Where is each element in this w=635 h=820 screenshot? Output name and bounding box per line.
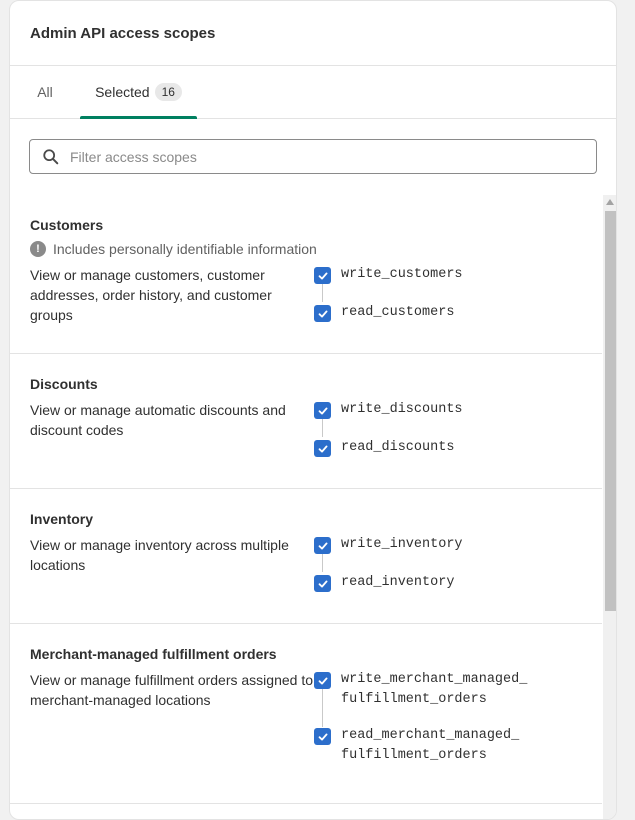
scope-item[interactable]: write_inventory (314, 537, 463, 555)
search-icon (43, 148, 59, 164)
scope-item[interactable]: read_inventory (314, 575, 463, 593)
section-inventory: Inventory View or manage inventory acros… (10, 489, 602, 624)
card-header: Admin API access scopes (10, 1, 616, 66)
section-title: Customers (30, 217, 104, 233)
scroll-up-arrow-icon[interactable] (606, 199, 614, 205)
selected-count-badge: 16 (154, 83, 182, 101)
tab-all[interactable]: All (10, 66, 80, 118)
scope-name: write_inventory (341, 537, 463, 552)
scope-item[interactable]: write_merchant_managed_ fulfillment_orde… (314, 672, 527, 710)
pii-notice: ! Includes personally identifiable infor… (30, 241, 582, 257)
checkbox-checked-icon[interactable] (314, 440, 331, 457)
card-title: Admin API access scopes (30, 24, 216, 42)
scope-name: write_discounts (341, 402, 463, 417)
section-customers: Customers ! Includes personally identifi… (10, 195, 602, 354)
scope-connector (322, 554, 323, 572)
checkbox-checked-icon[interactable] (314, 575, 331, 592)
section-body: View or manage customers, customer addre… (30, 265, 582, 325)
scope-name: write_customers (341, 267, 463, 282)
section-description: View or manage inventory across multiple… (30, 537, 289, 573)
info-icon: ! (30, 241, 46, 257)
vertical-scrollbar[interactable] (603, 195, 616, 819)
section-description: View or manage fulfillment orders assign… (30, 672, 314, 708)
checkbox-checked-icon[interactable] (314, 402, 331, 419)
scope-item[interactable]: read_customers (314, 305, 463, 323)
checkbox-checked-icon[interactable] (314, 305, 331, 322)
access-scopes-card: Admin API access scopes All Selected 16 … (9, 0, 617, 820)
scope-list: write_discounts read_discounts (314, 400, 463, 458)
search-field[interactable] (29, 139, 597, 174)
tab-selected[interactable]: Selected 16 (80, 66, 197, 119)
scope-list: write_customers read_customers (314, 265, 463, 325)
scope-connector (322, 284, 323, 302)
checkbox-checked-icon[interactable] (314, 672, 331, 689)
scope-name: read_discounts (341, 440, 455, 455)
section-description: View or manage automatic discounts and d… (30, 402, 286, 438)
scope-item[interactable]: read_merchant_managed_ fulfillment_order… (314, 728, 527, 766)
section-description: View or manage customers, customer addre… (30, 267, 272, 323)
scope-list: write_inventory read_inventory (314, 535, 463, 593)
active-tab-indicator (80, 116, 197, 119)
scope-name: read_customers (341, 305, 455, 320)
pii-notice-text: Includes personally identifiable informa… (53, 241, 317, 257)
scope-item[interactable]: read_discounts (314, 440, 463, 458)
section-body: View or manage inventory across multiple… (30, 535, 582, 593)
scope-name: write_merchant_managed_ fulfillment_orde… (341, 672, 528, 707)
scope-name: read_inventory (341, 575, 455, 590)
checkbox-checked-icon[interactable] (314, 537, 331, 554)
scope-item[interactable]: write_discounts (314, 402, 463, 420)
checkbox-checked-icon[interactable] (314, 728, 331, 745)
tab-all-label: All (37, 84, 53, 100)
search-container (10, 119, 616, 195)
scope-item[interactable]: write_customers (314, 267, 463, 285)
tab-bar: All Selected 16 (10, 66, 616, 119)
scopes-scroll-area: Customers ! Includes personally identifi… (10, 195, 616, 819)
checkbox-checked-icon[interactable] (314, 267, 331, 284)
section-title: Merchant-managed fulfillment orders (30, 646, 277, 662)
search-input[interactable] (70, 148, 596, 165)
tab-selected-label: Selected (95, 84, 150, 100)
section-body: View or manage fulfillment orders assign… (30, 670, 582, 766)
scrollbar-thumb[interactable] (605, 211, 616, 611)
scope-list: write_merchant_managed_ fulfillment_orde… (314, 670, 527, 766)
scope-name: read_merchant_managed_ fulfillment_order… (341, 728, 520, 763)
section-merchant-managed-fulfillment: Merchant-managed fulfillment orders View… (10, 624, 602, 804)
scope-sections: Customers ! Includes personally identifi… (10, 195, 602, 804)
scope-connector (322, 419, 323, 437)
section-title: Inventory (30, 511, 94, 527)
section-discounts: Discounts View or manage automatic disco… (10, 354, 602, 489)
section-title: Discounts (30, 376, 98, 392)
section-body: View or manage automatic discounts and d… (30, 400, 582, 458)
